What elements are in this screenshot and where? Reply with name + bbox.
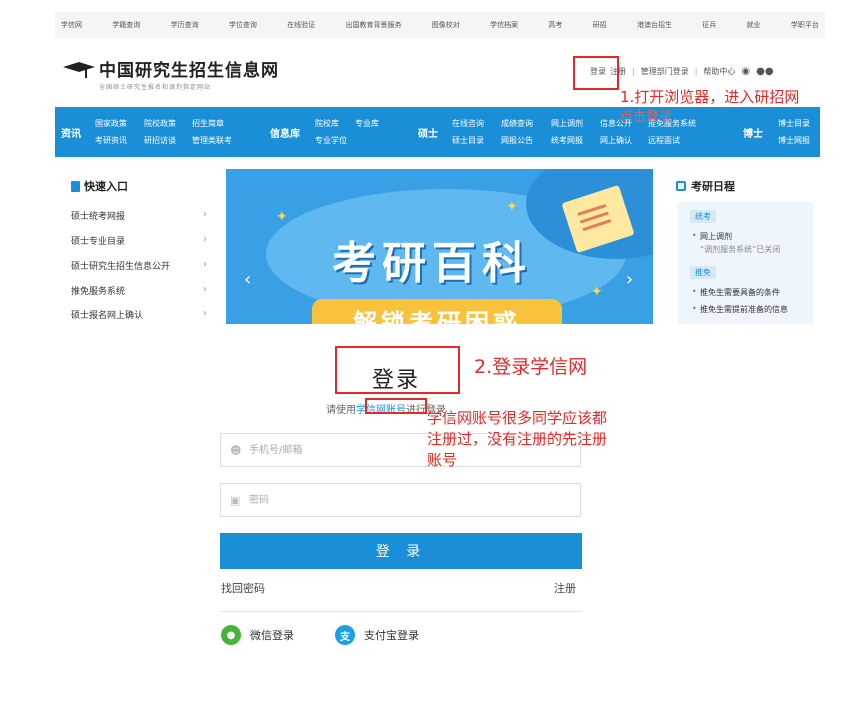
help-center-link[interactable]: 帮助中心 — [703, 66, 735, 77]
nav-link[interactable]: 研招访谈 — [144, 135, 176, 146]
forgot-password-link[interactable]: 找回密码 — [221, 580, 265, 596]
nav-link[interactable]: 国家政策 — [95, 118, 127, 129]
nav-link[interactable]: 网上确认 — [600, 135, 632, 146]
top-nav-item[interactable]: 研招 — [593, 20, 607, 30]
sparkle-icon: ✦ — [506, 199, 518, 215]
top-nav-item[interactable]: 高考 — [548, 20, 562, 30]
annotation-note: 学信网账号很多同学应该都 注册过，没有注册的先注册 账号 — [427, 409, 608, 469]
lock-icon: ▣ — [230, 494, 241, 507]
annotation-step1: 1.打开浏览器，进入研招网 — [620, 88, 800, 106]
annotation-box-login-title — [335, 346, 460, 394]
nav-link[interactable]: 院校库 — [315, 118, 339, 129]
nav-link[interactable]: 专业库 — [355, 118, 379, 129]
nav-link[interactable]: 博士目录 — [778, 118, 810, 129]
chevron-right-icon: › — [203, 259, 207, 270]
quick-entry-item[interactable]: 推免服务系统 › — [71, 284, 207, 297]
sparkle-icon: ✦ — [276, 209, 288, 225]
nav-link[interactable]: 博士网报 — [778, 135, 810, 146]
nav-link[interactable]: 招生简章 — [192, 118, 224, 129]
password-field[interactable]: ▣ — [220, 483, 581, 517]
annotation-box-login — [573, 56, 619, 90]
book-icon — [71, 180, 80, 192]
sparkle-icon: ✦ — [591, 284, 603, 300]
annotation-step2: 2.登录学信网 — [474, 356, 588, 378]
top-nav-item[interactable]: 征兵 — [702, 20, 716, 30]
top-nav-item[interactable]: 在线验证 — [287, 20, 315, 30]
top-nav-item[interactable]: 学信档案 — [490, 20, 518, 30]
chevron-right-icon: › — [203, 209, 207, 220]
banner-title: 考研百科 — [332, 238, 532, 289]
nav-group-boshi[interactable]: 博士 — [743, 125, 763, 140]
top-nav-item[interactable]: 学籍查询 — [112, 20, 140, 30]
top-nav-item[interactable]: 学信网 — [61, 20, 82, 30]
carousel-next-icon[interactable]: › — [626, 269, 633, 290]
nav-group-zixun[interactable]: 资讯 — [61, 125, 81, 140]
schedule-item[interactable]: 网上调剂 — [692, 231, 732, 242]
top-nav-item[interactable]: 就业 — [747, 20, 761, 30]
chevron-right-icon: › — [203, 234, 207, 245]
annotation-step1-sub: 点击登录 — [620, 110, 673, 125]
logo-title: 中国研究生招生信息网 — [99, 61, 279, 81]
top-nav-item[interactable]: 学历查询 — [171, 20, 199, 30]
schedule-tag: 推免 — [690, 266, 716, 279]
admin-login-link[interactable]: 管理部门登录 — [641, 66, 689, 77]
site-logo[interactable]: 中国研究生招生信息网 全国硕士研究生报名和调剂指定网站 — [63, 56, 279, 91]
schedule-item[interactable]: 推免生需要具备的条件 — [692, 287, 780, 298]
banner-subtitle: 解锁考研困惑 — [312, 299, 562, 324]
site-top-nav: 学信网 学籍查询 学历查询 学位查询 在线验证 出国教育背景服务 图像校对 学信… — [55, 12, 825, 38]
alipay-icon: 支 — [335, 625, 355, 645]
nav-link[interactable]: 管理类联考 — [192, 135, 232, 146]
promo-banner[interactable]: ✦ ✦ ✦ 考研百科 解锁考研困惑 ‹ › — [226, 169, 653, 324]
quick-entry-title: 快速入口 — [84, 180, 128, 193]
nav-link[interactable]: 院校政策 — [144, 118, 176, 129]
exam-schedule-panel: 考研日程 统考 网上调剂 “调剂服务系统”已关闭 推免 推免生需要具备的条件 推… — [664, 168, 824, 324]
schedule-tag: 统考 — [690, 210, 716, 223]
nav-group-xinxiku[interactable]: 信息库 — [270, 125, 300, 140]
quick-entry-item[interactable]: 硕士研究生招生信息公开 › — [71, 259, 207, 272]
annotation-box-account — [365, 398, 427, 414]
nav-link[interactable]: 专业学位 — [315, 135, 347, 146]
quick-entry-item[interactable]: 硕士统考网报 › — [71, 209, 207, 222]
logo-subtitle: 全国硕士研究生报名和调剂指定网站 — [99, 84, 212, 91]
schedule-title: 考研日程 — [691, 180, 735, 193]
quick-entry-panel: 快速入口 硕士统考网报 › 硕士专业目录 › 硕士研究生招生信息公开 › 推免服务系统… — [55, 168, 215, 324]
alipay-login-button[interactable]: 支 支付宝登录 — [335, 625, 419, 645]
nav-link[interactable]: 在线咨询 — [452, 118, 484, 129]
top-nav-item[interactable]: 港澳台招生 — [637, 20, 672, 30]
divider — [220, 611, 582, 612]
wechat-icon[interactable]: ●● — [756, 66, 773, 77]
quick-entry-item[interactable]: 硕士专业目录 › — [71, 234, 207, 247]
nav-link[interactable]: 网报公告 — [501, 135, 533, 146]
top-nav-item[interactable]: 出国教育背景服务 — [345, 20, 401, 30]
chevron-right-icon: › — [203, 284, 207, 295]
divider: | — [694, 67, 698, 76]
top-nav-item[interactable]: 图像校对 — [432, 20, 460, 30]
weibo-icon[interactable]: ◉ — [741, 66, 750, 77]
main-nav-bar: 资讯 国家政策 院校政策 招生简章 考研资讯 研招访谈 管理类联考 信息库 院校… — [55, 107, 820, 157]
user-icon: ☻ — [230, 444, 242, 457]
top-nav-item[interactable]: 学位查询 — [229, 20, 257, 30]
nav-link[interactable]: 统考网报 — [551, 135, 583, 146]
schedule-list: 统考 网上调剂 “调剂服务系统”已关闭 推免 推免生需要具备的条件 推免生需提前… — [678, 202, 813, 324]
wechat-login-button[interactable]: ● 微信登录 — [221, 625, 294, 645]
schedule-item[interactable]: 推免生需提前准备的信息 — [692, 304, 788, 315]
password-input[interactable] — [249, 484, 569, 516]
wechat-icon: ● — [221, 625, 241, 645]
nav-link[interactable]: 网上调剂 — [551, 118, 583, 129]
carousel-prev-icon[interactable]: ‹ — [244, 269, 251, 290]
chevron-right-icon: › — [203, 308, 207, 319]
calendar-icon — [676, 181, 686, 191]
graduation-cap-icon — [63, 58, 95, 80]
login-submit-button[interactable]: 登 录 — [220, 533, 582, 569]
nav-group-shuoshi[interactable]: 硕士 — [418, 125, 438, 140]
nav-link[interactable]: 考研资讯 — [95, 135, 127, 146]
nav-link[interactable]: 远程面试 — [648, 135, 680, 146]
divider: | — [632, 67, 635, 76]
nav-link[interactable]: 硕士目录 — [452, 135, 484, 146]
schedule-item-note: “调剂服务系统”已关闭 — [700, 245, 781, 254]
nav-link[interactable]: 成绩查询 — [501, 118, 533, 129]
register-link-form[interactable]: 注册 — [554, 580, 576, 596]
quick-entry-item[interactable]: 硕士报名网上确认 › — [71, 308, 207, 321]
top-nav-item[interactable]: 学职平台 — [791, 20, 819, 30]
